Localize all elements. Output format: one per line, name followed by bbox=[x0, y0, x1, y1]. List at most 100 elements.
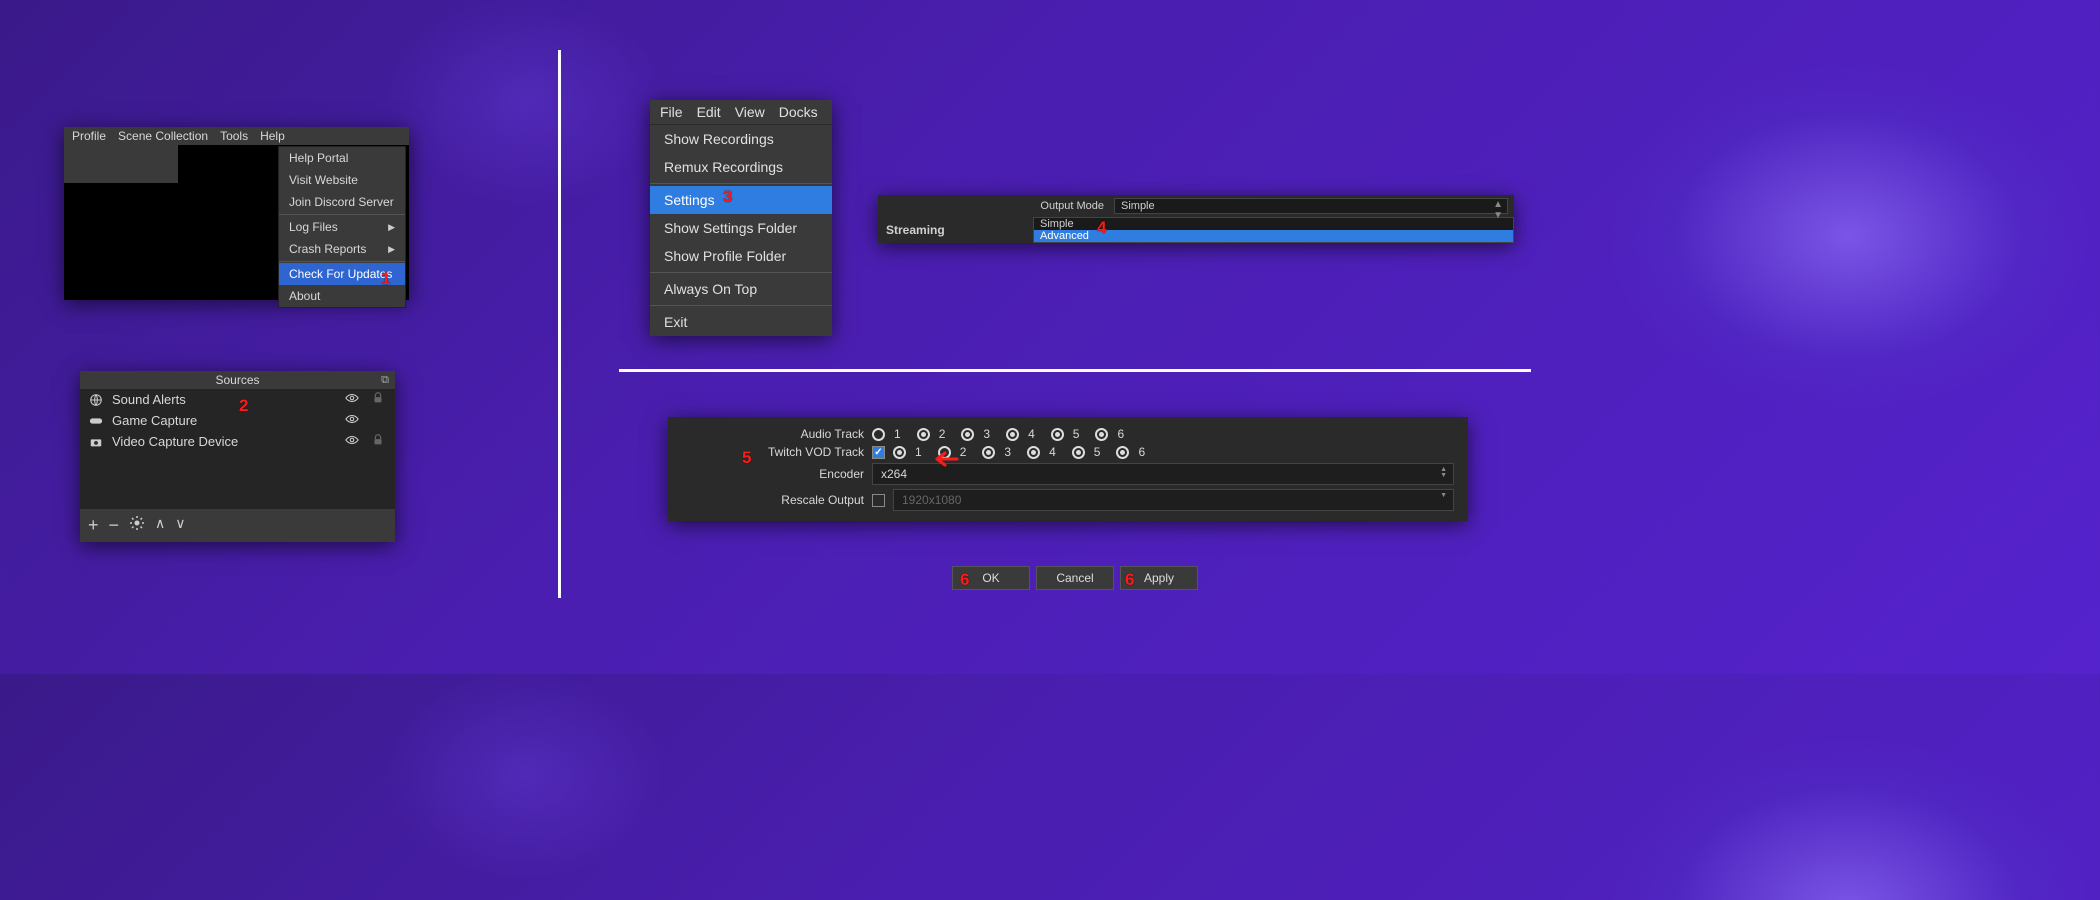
visibility-icon[interactable] bbox=[343, 412, 361, 429]
audio-track-4-radio[interactable] bbox=[1006, 428, 1019, 441]
sources-list: Sound Alerts Game Capture Video Capture … bbox=[80, 389, 395, 509]
file-always-on-top[interactable]: Always On Top bbox=[650, 275, 832, 303]
track-num: 4 bbox=[1049, 445, 1056, 459]
audio-track-label: Audio Track bbox=[678, 427, 864, 441]
lock-icon[interactable] bbox=[369, 391, 387, 408]
menu-separator bbox=[650, 305, 832, 306]
vod-track-6-radio[interactable] bbox=[1116, 446, 1129, 459]
encoder-label: Encoder bbox=[678, 467, 864, 481]
horizontal-divider bbox=[619, 369, 1531, 372]
rescale-value: 1920x1080 bbox=[902, 493, 961, 507]
output-mode-value: Simple bbox=[1121, 200, 1155, 212]
help-portal[interactable]: Help Portal bbox=[279, 147, 405, 169]
audio-track-row: Audio Track 1 2 3 4 5 6 bbox=[668, 425, 1468, 443]
audio-track-3-radio[interactable] bbox=[961, 428, 974, 441]
vod-track-3-radio[interactable] bbox=[982, 446, 995, 459]
menu-view[interactable]: View bbox=[735, 104, 765, 120]
panel1-left-strip bbox=[64, 145, 178, 183]
rescale-checkbox[interactable] bbox=[872, 494, 885, 507]
menu-separator bbox=[279, 214, 405, 215]
menu-tools[interactable]: Tools bbox=[220, 129, 248, 143]
vod-track-label: Twitch VOD Track bbox=[678, 445, 864, 459]
rescale-dropdown[interactable]: 1920x1080 ▼ bbox=[893, 489, 1454, 511]
source-label: Video Capture Device bbox=[112, 434, 335, 449]
source-game-capture[interactable]: Game Capture bbox=[80, 410, 395, 431]
cancel-button[interactable]: Cancel bbox=[1036, 566, 1114, 590]
file-show-profile-folder[interactable]: Show Profile Folder bbox=[650, 242, 832, 270]
chevron-right-icon: ▶ bbox=[388, 222, 395, 233]
source-sound-alerts[interactable]: Sound Alerts bbox=[80, 389, 395, 410]
visibility-icon[interactable] bbox=[343, 391, 361, 408]
source-video-capture[interactable]: Video Capture Device bbox=[80, 431, 395, 452]
chevron-updown-icon: ▲▼ bbox=[1440, 467, 1447, 479]
menu-edit[interactable]: Edit bbox=[697, 104, 721, 120]
track-num: 1 bbox=[915, 445, 922, 459]
menu-docks[interactable]: Docks bbox=[779, 104, 818, 120]
track-num: 2 bbox=[939, 427, 946, 441]
add-source-button[interactable]: + bbox=[88, 515, 99, 536]
track-num: 3 bbox=[1004, 445, 1011, 459]
file-exit[interactable]: Exit bbox=[650, 308, 832, 336]
menu-help[interactable]: Help bbox=[260, 129, 285, 143]
audio-track-panel: Audio Track 1 2 3 4 5 6 Twitch VOD Track… bbox=[668, 417, 1468, 521]
rescale-row: Rescale Output 1920x1080 ▼ bbox=[668, 487, 1468, 513]
file-settings[interactable]: Settings bbox=[650, 186, 832, 214]
audio-track-5-radio[interactable] bbox=[1051, 428, 1064, 441]
camera-icon bbox=[88, 435, 104, 449]
gamepad-icon bbox=[88, 414, 104, 428]
dialog-buttons: OK Cancel Apply bbox=[952, 566, 1198, 590]
encoder-row: Encoder x264 ▲▼ bbox=[668, 461, 1468, 487]
track-num: 5 bbox=[1073, 427, 1080, 441]
output-mode-panel: Output Mode Simple ▲▼ Simple Advanced St… bbox=[878, 195, 1514, 243]
sources-panel: Sources ⧉ Sound Alerts Game Capture Vide… bbox=[80, 371, 395, 542]
help-crash-reports[interactable]: Crash Reports▶ bbox=[279, 238, 405, 260]
file-show-settings-folder[interactable]: Show Settings Folder bbox=[650, 214, 832, 242]
help-visit-website[interactable]: Visit Website bbox=[279, 169, 405, 191]
help-log-files[interactable]: Log Files▶ bbox=[279, 216, 405, 238]
track-num: 6 bbox=[1117, 427, 1124, 441]
vod-track-row: Twitch VOD Track ✓ 1 2 3 4 5 6 bbox=[668, 443, 1468, 461]
vod-track-1-radio[interactable] bbox=[893, 446, 906, 459]
chevron-right-icon: ▶ bbox=[388, 244, 395, 255]
file-remux-recordings[interactable]: Remux Recordings bbox=[650, 153, 832, 181]
source-settings-button[interactable] bbox=[129, 515, 145, 536]
track-num: 4 bbox=[1028, 427, 1035, 441]
red-arrow-icon bbox=[935, 448, 965, 474]
move-up-button[interactable]: ∧ bbox=[155, 515, 165, 536]
sources-toolbar: + − ∧ ∨ bbox=[80, 509, 395, 542]
annotation-3: 3 bbox=[723, 187, 732, 207]
visibility-icon[interactable] bbox=[343, 433, 361, 450]
annotation-6b: 6 bbox=[1125, 570, 1134, 590]
menu-file[interactable]: File bbox=[660, 104, 683, 120]
file-menu-panel: File Edit View Docks P Show Recordings R… bbox=[650, 100, 832, 336]
audio-track-6-radio[interactable] bbox=[1095, 428, 1108, 441]
move-down-button[interactable]: ∨ bbox=[175, 515, 185, 536]
globe-icon bbox=[88, 393, 104, 407]
lock-icon[interactable] bbox=[369, 433, 387, 450]
output-mode-dropdown[interactable]: Simple ▲▼ bbox=[1114, 198, 1508, 214]
sources-title: Sources ⧉ bbox=[80, 371, 395, 389]
output-mode-label: Output Mode bbox=[884, 200, 1114, 212]
popout-icon[interactable]: ⧉ bbox=[381, 374, 389, 387]
vod-track-5-radio[interactable] bbox=[1072, 446, 1085, 459]
source-label: Sound Alerts bbox=[112, 392, 335, 407]
annotation-2: 2 bbox=[239, 396, 248, 416]
menubar: Profile Scene Collection Tools Help bbox=[64, 127, 409, 145]
audio-track-1-radio[interactable] bbox=[872, 428, 885, 441]
menu-scene-collection[interactable]: Scene Collection bbox=[118, 129, 208, 143]
vod-track-4-radio[interactable] bbox=[1027, 446, 1040, 459]
remove-source-button[interactable]: − bbox=[109, 515, 120, 536]
track-num: 5 bbox=[1094, 445, 1101, 459]
menu-profile[interactable]: Profile bbox=[72, 129, 106, 143]
track-num: 6 bbox=[1138, 445, 1145, 459]
annotation-6a: 6 bbox=[960, 570, 969, 590]
sources-title-label: Sources bbox=[215, 373, 259, 387]
track-num: 1 bbox=[894, 427, 901, 441]
encoder-value: x264 bbox=[881, 467, 907, 481]
vod-enable-checkbox[interactable]: ✓ bbox=[872, 446, 885, 459]
menu-separator bbox=[650, 272, 832, 273]
help-join-discord[interactable]: Join Discord Server bbox=[279, 191, 405, 213]
chevron-updown-icon: ▲▼ bbox=[1493, 199, 1503, 221]
file-show-recordings[interactable]: Show Recordings bbox=[650, 125, 832, 153]
audio-track-2-radio[interactable] bbox=[917, 428, 930, 441]
